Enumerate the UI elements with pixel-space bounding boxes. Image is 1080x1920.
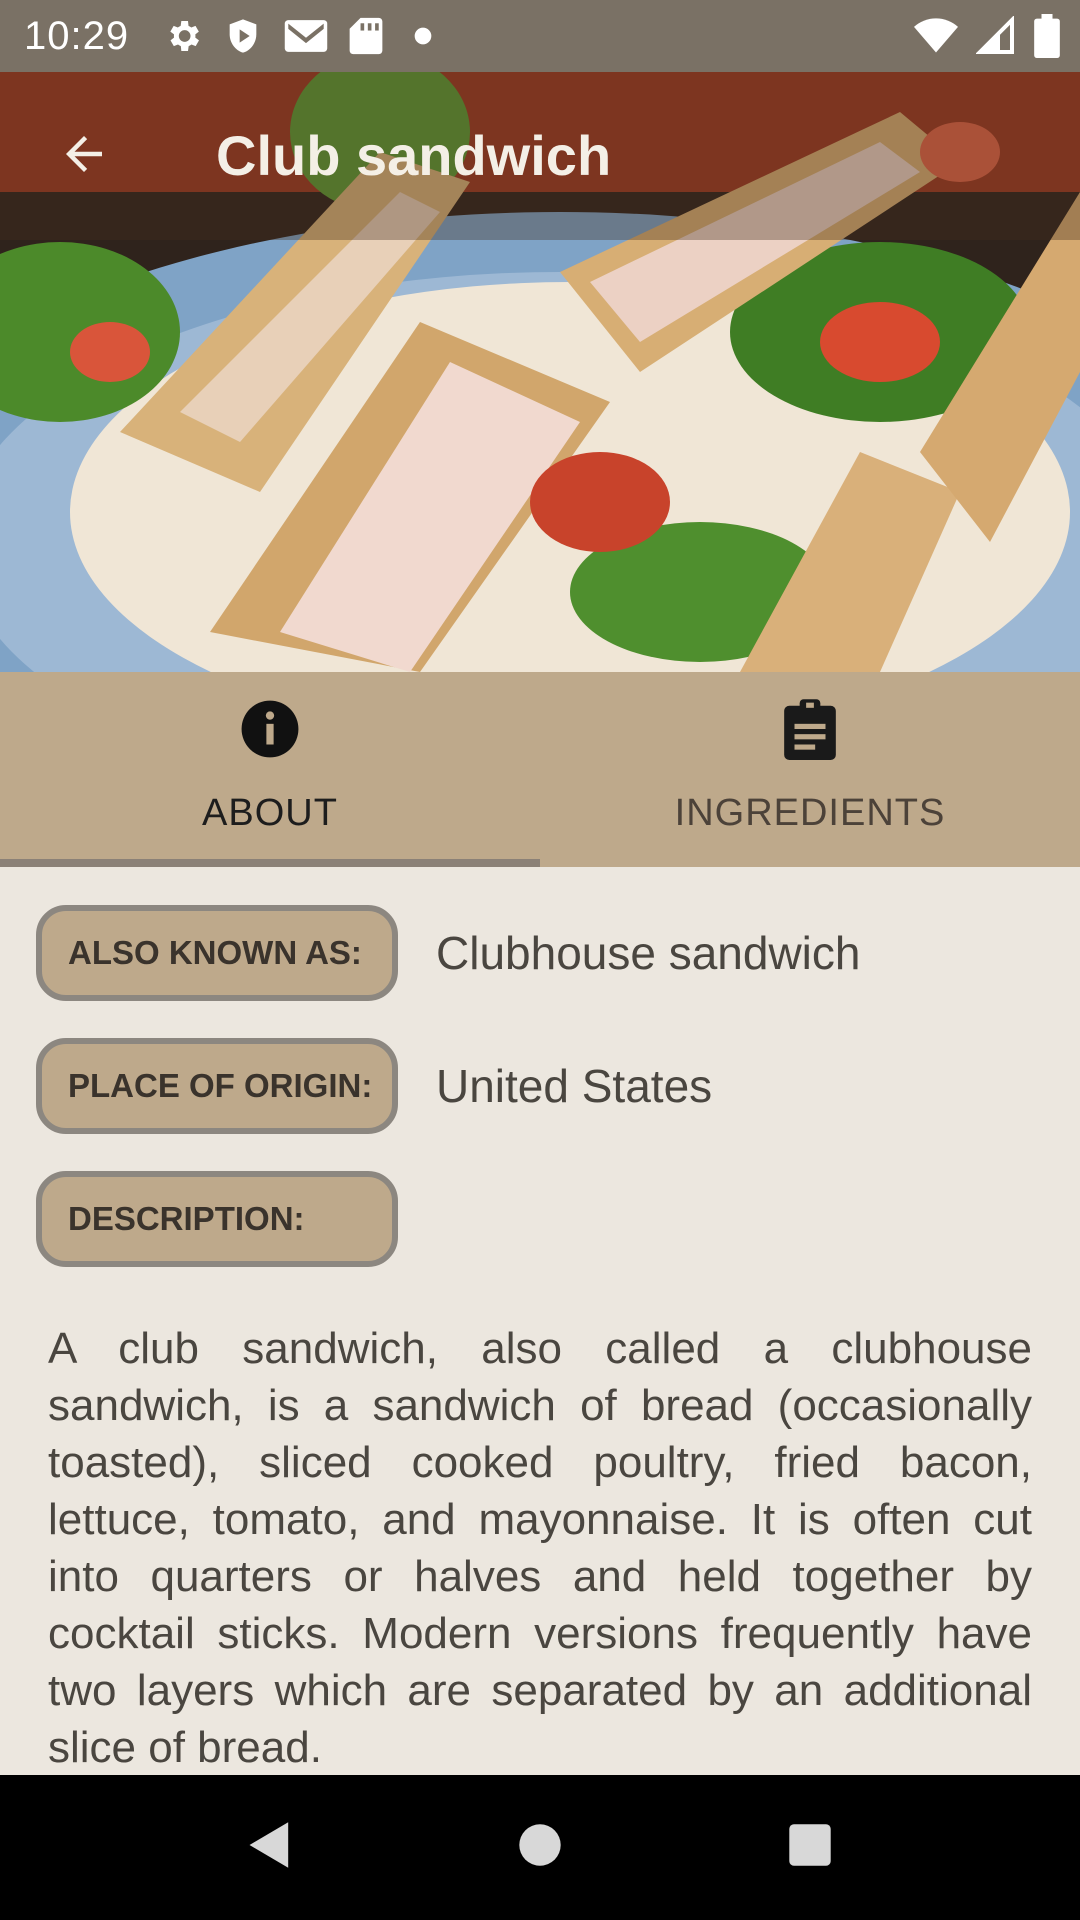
place-of-origin-value: United States — [436, 1060, 713, 1112]
app-bar: Club sandwich — [0, 72, 1080, 240]
nav-home-button[interactable] — [470, 1775, 610, 1920]
also-known-as-value: Clubhouse sandwich — [436, 927, 861, 979]
nav-bar — [0, 1775, 1080, 1920]
shield-play-icon — [223, 16, 263, 56]
status-icons-left — [163, 16, 443, 56]
tab-indicator — [0, 859, 540, 867]
description-text: A club sandwich, also called a clubhouse… — [48, 1324, 1032, 1772]
gear-icon — [163, 16, 203, 56]
status-time: 10:29 — [24, 13, 130, 58]
nav-recents-button[interactable] — [740, 1775, 880, 1920]
nav-recents-icon — [787, 1822, 833, 1873]
also-known-as-chip: ALSO KNOWN AS: — [36, 905, 398, 1001]
battery-icon — [1034, 14, 1060, 58]
place-of-origin-chip: PLACE OF ORIGIN: — [36, 1038, 398, 1134]
place-of-origin-row: PLACE OF ORIGIN: United States — [36, 1038, 1046, 1148]
also-known-as-row: ALSO KNOWN AS: Clubhouse sandwich — [36, 905, 1046, 1015]
info-icon — [239, 698, 301, 765]
wifi-icon — [914, 16, 958, 56]
gmail-icon — [283, 16, 329, 56]
tab-ingredients-label: INGREDIENTS — [674, 792, 946, 834]
tab-about[interactable]: ABOUT — [0, 672, 540, 867]
status-bar: 10:29 — [0, 0, 1080, 72]
dot-icon — [403, 16, 443, 56]
description-row: DESCRIPTION: — [36, 1171, 1046, 1281]
status-icons-right — [914, 0, 1060, 72]
signal-icon — [976, 16, 1016, 56]
nav-back-button[interactable] — [200, 1775, 340, 1920]
nav-back-icon — [247, 1820, 293, 1875]
tab-ingredients[interactable]: INGREDIENTS — [540, 672, 1080, 867]
arrow-back-icon — [57, 127, 111, 186]
tab-about-label: ABOUT — [202, 792, 338, 834]
clipboard-list-icon — [781, 698, 839, 765]
back-button[interactable] — [0, 72, 168, 240]
nav-home-icon — [517, 1822, 563, 1873]
page-title: Club sandwich — [216, 124, 612, 187]
description-chip: DESCRIPTION: — [36, 1171, 398, 1267]
sd-card-icon — [349, 16, 383, 56]
tab-bar: ABOUT INGREDIENTS — [0, 672, 1080, 867]
